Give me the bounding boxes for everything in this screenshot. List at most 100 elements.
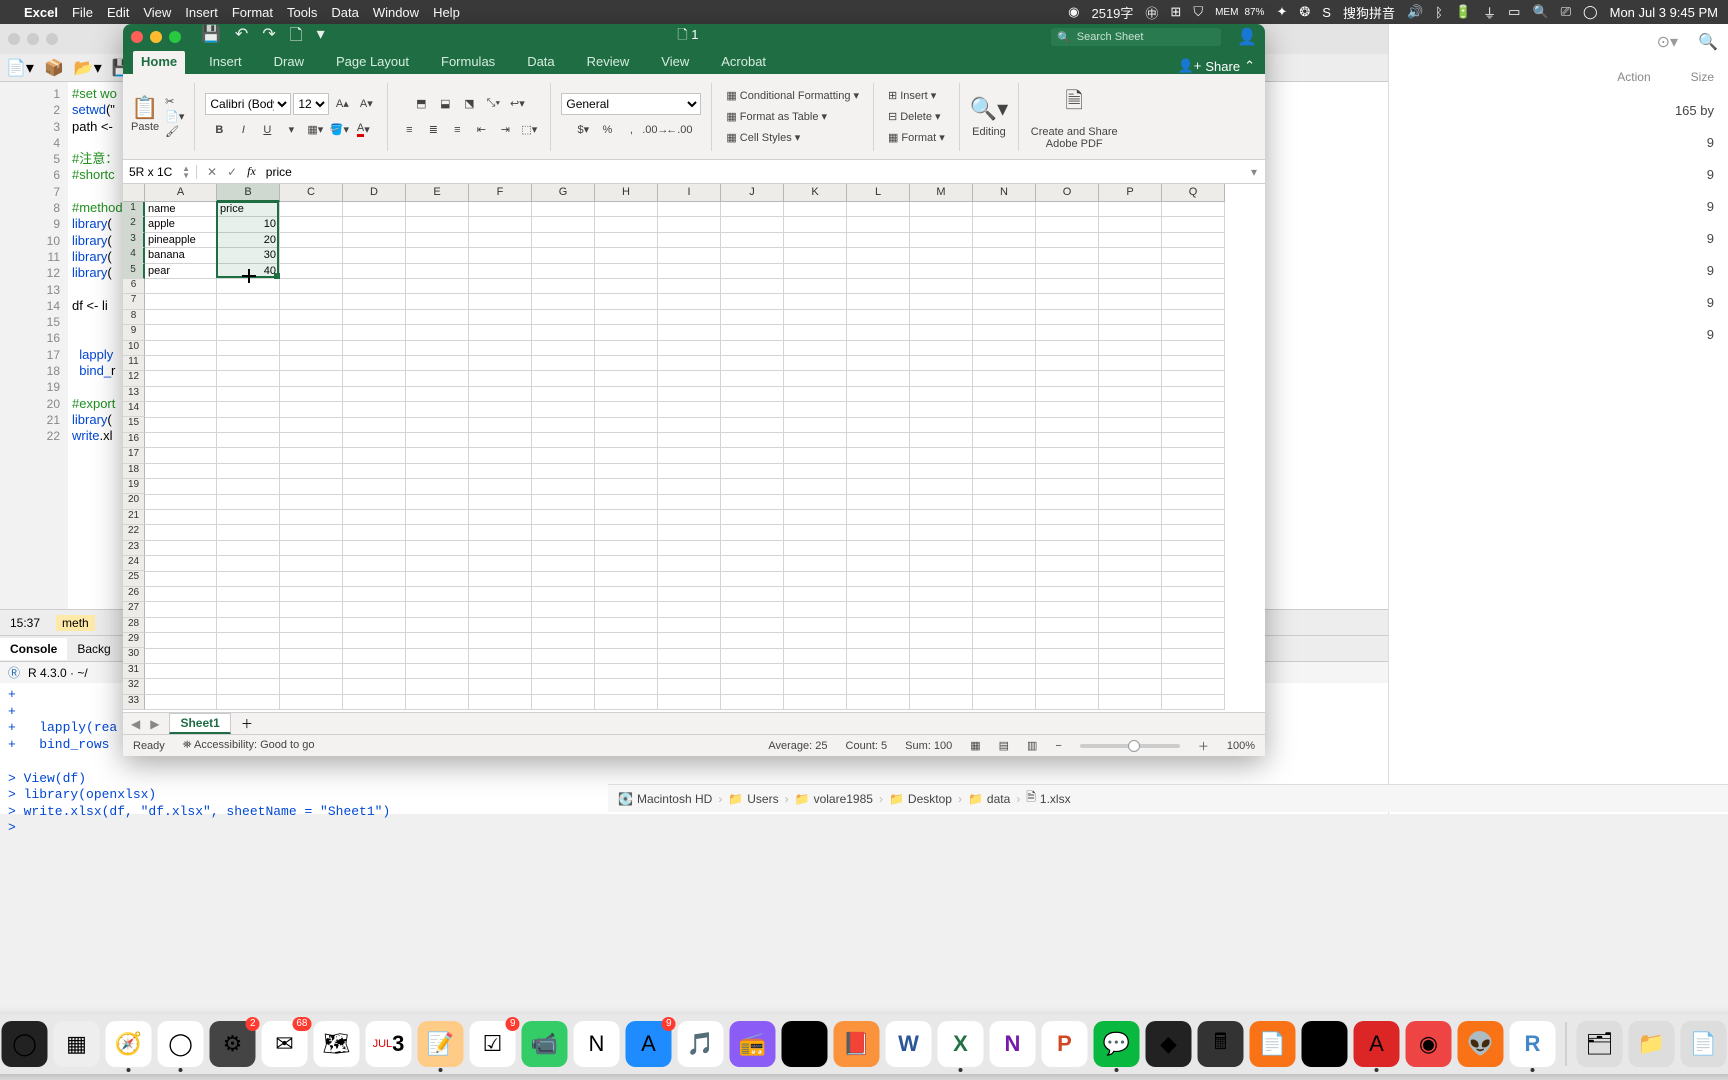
cell[interactable] (406, 248, 469, 263)
cell[interactable] (1099, 587, 1162, 602)
cell[interactable] (784, 541, 847, 556)
cell[interactable] (1162, 525, 1225, 540)
cell[interactable] (532, 448, 595, 463)
copy-icon[interactable]: 📄▾ (165, 110, 184, 123)
cell[interactable] (145, 695, 217, 710)
column-header[interactable]: N (973, 184, 1036, 202)
cell[interactable] (1162, 356, 1225, 371)
cell[interactable] (280, 618, 343, 633)
zoom-level[interactable]: 100% (1227, 740, 1255, 752)
cell[interactable] (1036, 294, 1099, 309)
cell[interactable] (280, 217, 343, 232)
cell[interactable] (910, 495, 973, 510)
cell[interactable] (1162, 556, 1225, 571)
cell[interactable] (784, 679, 847, 694)
increase-font-icon[interactable]: A▴ (331, 93, 353, 115)
row-header[interactable]: 32 (123, 679, 145, 694)
accessibility-status[interactable]: ⛯ Accessibility: Good to go (183, 739, 315, 752)
cell[interactable] (658, 572, 721, 587)
cell[interactable] (910, 202, 973, 217)
cell[interactable] (217, 525, 280, 540)
cell[interactable] (595, 279, 658, 294)
cell[interactable] (469, 371, 532, 386)
cell[interactable]: name (145, 202, 217, 217)
cell[interactable] (721, 356, 784, 371)
cell[interactable] (469, 695, 532, 710)
cell[interactable] (406, 233, 469, 248)
cell[interactable] (784, 402, 847, 417)
cell[interactable] (217, 464, 280, 479)
row-header[interactable]: 1 (123, 202, 145, 217)
cell[interactable] (343, 664, 406, 679)
cell[interactable] (1036, 510, 1099, 525)
cell[interactable] (1099, 510, 1162, 525)
cell[interactable] (910, 418, 973, 433)
cell[interactable] (1036, 448, 1099, 463)
cell[interactable] (1036, 495, 1099, 510)
cell[interactable] (595, 602, 658, 617)
cell[interactable] (658, 325, 721, 340)
rstudio-traffic-lights[interactable] (8, 33, 58, 45)
cell[interactable] (721, 479, 784, 494)
notes-icon[interactable]: 📝 (418, 1021, 464, 1067)
cell[interactable] (658, 402, 721, 417)
expand-formula-bar-icon[interactable]: ▾ (1243, 165, 1265, 179)
cell[interactable] (145, 510, 217, 525)
cell[interactable] (910, 448, 973, 463)
cell[interactable] (217, 356, 280, 371)
row-header[interactable]: 16 (123, 433, 145, 448)
underline-dropdown-icon[interactable]: ▾ (280, 119, 302, 141)
folder-icon[interactable]: 📁 (1629, 1021, 1675, 1067)
cell[interactable] (1036, 464, 1099, 479)
cell[interactable] (469, 233, 532, 248)
cell[interactable] (406, 525, 469, 540)
cell[interactable] (1036, 310, 1099, 325)
cell[interactable] (847, 248, 910, 263)
number-format-select[interactable]: General (561, 93, 701, 115)
cell[interactable] (343, 649, 406, 664)
documents-icon[interactable]: 📄 (1681, 1021, 1727, 1067)
cell[interactable] (1099, 602, 1162, 617)
cell[interactable] (145, 602, 217, 617)
decrease-decimal-icon[interactable]: ←.00 (668, 119, 690, 141)
cell[interactable] (910, 264, 973, 279)
cell[interactable] (1162, 279, 1225, 294)
bluetooth-icon[interactable]: ᛒ (1435, 5, 1443, 20)
cell[interactable]: banana (145, 248, 217, 263)
row-header[interactable]: 10 (123, 341, 145, 356)
cell[interactable] (973, 418, 1036, 433)
cell[interactable] (1036, 279, 1099, 294)
fx-icon[interactable]: fx (247, 164, 256, 179)
border-icon[interactable]: ▦▾ (304, 119, 326, 141)
merge-icon[interactable]: ⬚▾ (518, 119, 540, 141)
cell[interactable] (469, 556, 532, 571)
row-header[interactable]: 21 (123, 510, 145, 525)
cell[interactable] (1099, 325, 1162, 340)
cell[interactable] (721, 248, 784, 263)
cell[interactable] (217, 695, 280, 710)
spotlight-icon[interactable]: 🔍 (1532, 4, 1548, 20)
cell[interactable] (721, 202, 784, 217)
cell[interactable] (595, 541, 658, 556)
cell[interactable] (973, 464, 1036, 479)
cell[interactable] (973, 510, 1036, 525)
cell[interactable] (343, 387, 406, 402)
name-box[interactable]: 5R x 1C ▲▼ (123, 165, 197, 179)
cell[interactable] (721, 217, 784, 232)
cell[interactable] (1036, 572, 1099, 587)
cell[interactable] (973, 633, 1036, 648)
cell[interactable] (1036, 264, 1099, 279)
cell[interactable] (847, 525, 910, 540)
cell[interactable] (910, 695, 973, 710)
cell[interactable] (973, 371, 1036, 386)
cell[interactable] (784, 217, 847, 232)
cell[interactable] (1036, 556, 1099, 571)
cell[interactable] (847, 264, 910, 279)
calculator-icon[interactable]: 🖩 (1198, 1021, 1244, 1067)
cell[interactable] (469, 495, 532, 510)
normal-view-icon[interactable]: ▦ (970, 739, 980, 752)
cell[interactable] (1036, 602, 1099, 617)
cell[interactable] (469, 248, 532, 263)
cell[interactable] (1099, 448, 1162, 463)
cell[interactable] (595, 525, 658, 540)
